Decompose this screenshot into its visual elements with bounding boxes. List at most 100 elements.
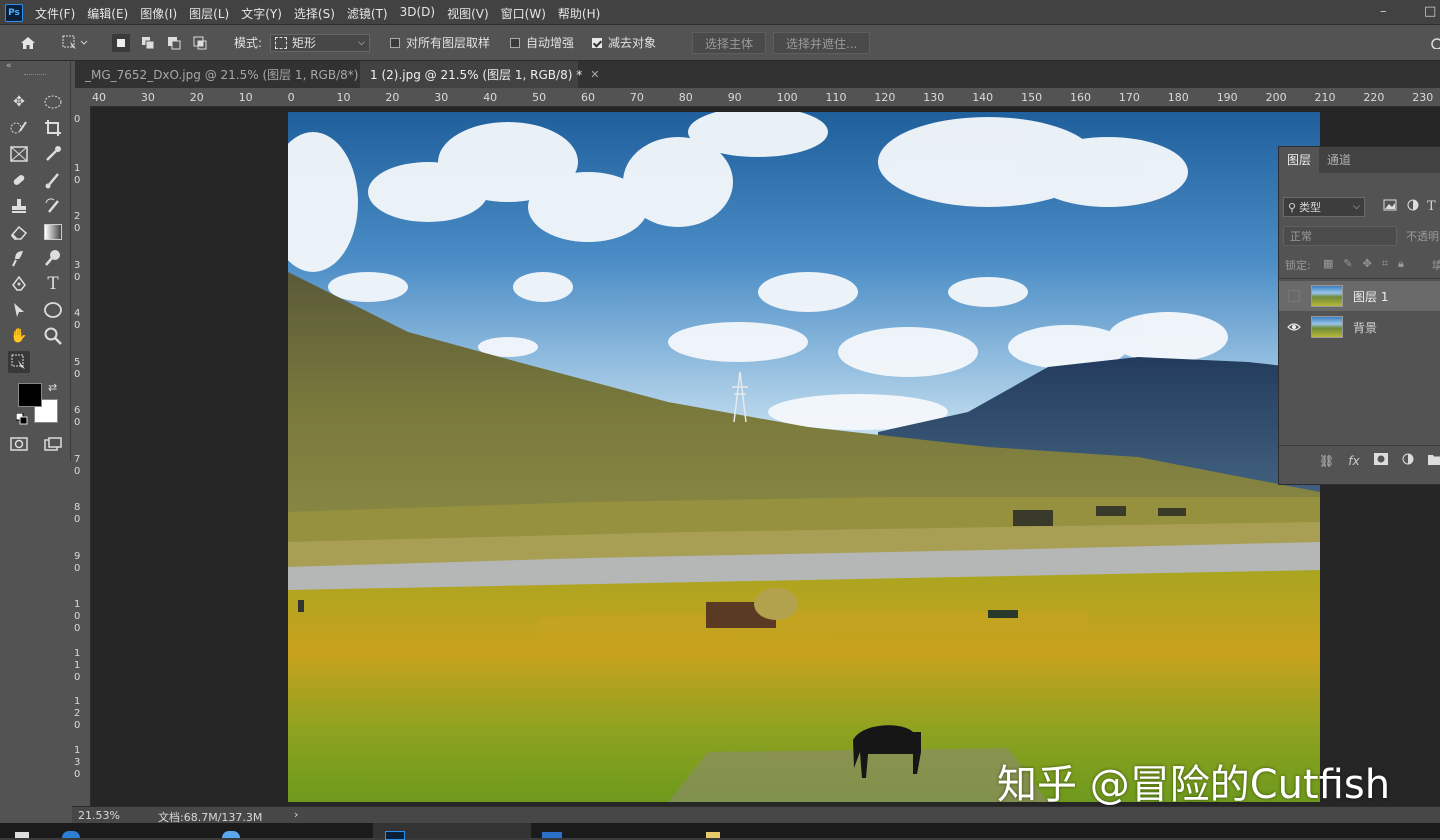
folder-icon[interactable] [706,832,720,838]
lock-all-icon[interactable]: 🔒︎ [1398,257,1404,271]
type-filter-icon[interactable]: T [1427,199,1436,214]
select-subject-button[interactable]: 选择主体 [692,25,767,60]
menu-item[interactable]: 文件(F) [35,5,75,22]
canvas-area[interactable] [91,107,1440,806]
subtract-object-checkbox[interactable]: 减去对象 [592,25,656,60]
close-icon[interactable]: ✕ [590,68,599,81]
layer-filter-select[interactable]: ⚲ 类型 ⌵ [1283,197,1365,217]
vertical-ruler[interactable]: 0 1 0 2 0 3 0 4 0 5 0 6 0 7 0 8 0 9 0 1 0 0 1 1 0 1 … [72,106,91,806]
menu-item[interactable]: 图层(L) [189,5,229,22]
maximize-button[interactable]: □ [1424,4,1436,19]
adjustment-filter-icon[interactable] [1407,199,1419,214]
layer-row-layer1[interactable]: 图层 1 [1279,281,1440,311]
quick-mask-icon[interactable] [8,433,30,455]
eye-icon[interactable] [1283,316,1305,338]
quick-selection-tool-icon[interactable] [8,117,30,139]
mode-select[interactable]: 矩形 ⌵ [270,25,370,60]
collapse-panel-icon[interactable]: « [6,61,12,71]
horizontal-ruler[interactable]: 40 30 20 10 0 10 20 30 40 50 60 70 80 90 100 110 120 130 1… [75,88,1440,107]
document-image[interactable] [288,112,1320,802]
new-selection-icon[interactable] [112,25,130,60]
ruler-tick-label: 3 0 [74,259,81,283]
chevron-down-icon: ⌵ [358,37,365,48]
fx-icon[interactable]: fx [1348,454,1359,468]
panel-grip[interactable] [24,74,46,77]
zoom-tool-icon[interactable] [42,325,64,347]
new-group-icon[interactable] [1427,453,1440,468]
gradient-tool-icon[interactable] [42,221,64,243]
pen-tool-icon[interactable] [8,273,30,295]
image-filter-icon[interactable] [1383,199,1397,214]
add-mask-icon[interactable] [1373,453,1388,468]
lock-artboard-icon[interactable]: ⌗ [1382,257,1388,271]
crop-tool-icon[interactable] [42,117,64,139]
blend-mode-select[interactable]: 正常 [1283,226,1397,246]
menu-item[interactable]: 选择(S) [294,5,335,22]
blur-tool-icon[interactable] [8,247,30,269]
elliptical-marquee-tool-icon[interactable] [42,91,64,113]
subtract-selection-icon[interactable] [166,25,182,60]
windows-start-icon[interactable] [15,832,29,838]
menu-item[interactable]: 滤镜(T) [347,5,388,22]
ruler-tick-label: 8 0 [74,502,81,525]
visibility-toggle[interactable] [1283,285,1305,307]
menu-item[interactable]: 窗口(W) [501,5,546,22]
layer-row-background[interactable]: 背景 [1279,312,1440,342]
tools-panel: « ✥ T ✋ ⇄ [0,61,71,461]
move-tool-icon[interactable]: ✥ [8,91,30,113]
clone-stamp-tool-icon[interactable] [8,195,30,217]
menu-item[interactable]: 文字(Y) [241,5,282,22]
intersect-selection-icon[interactable] [192,25,208,60]
object-selection-tool-icon[interactable] [8,351,30,373]
link-layers-icon[interactable]: ⛓︎ [1319,454,1334,468]
ruler-tick-label: 0 [287,91,295,104]
menu-item[interactable]: 3D(D) [400,5,435,22]
ellipse-tool-icon[interactable] [42,299,64,321]
browser-icon[interactable] [62,831,80,838]
eyedropper-tool-icon[interactable] [42,143,64,165]
sample-all-layers-checkbox[interactable]: 对所有图层取样 [390,25,490,60]
photoshop-taskbar-icon[interactable] [385,831,405,840]
rectangle-icon [275,36,287,49]
status-menu-arrow[interactable]: › [294,808,298,821]
layer-name[interactable]: 图层 1 [1353,288,1388,305]
document-tab-1[interactable]: _MG_7652_DxO.jpg @ 21.5% (图层 1, RGB/8*) … [75,61,385,88]
tab-channels[interactable]: 通道 [1319,147,1359,173]
auto-enhance-checkbox[interactable]: 自动增强 [510,25,574,60]
add-selection-icon[interactable] [140,25,156,60]
eraser-tool-icon[interactable] [8,221,30,243]
history-brush-tool-icon[interactable] [42,195,64,217]
type-tool-icon[interactable]: T [42,273,64,295]
healing-brush-tool-icon[interactable] [8,169,30,191]
tab-layers[interactable]: 图层 [1279,147,1320,173]
home-icon[interactable] [20,25,36,60]
adjustment-layer-icon[interactable] [1402,453,1414,468]
foreground-color-swatch[interactable] [18,383,42,407]
default-colors-icon[interactable] [15,412,28,428]
frame-tool-icon[interactable] [8,143,30,165]
document-tab-2[interactable]: 1 (2).jpg @ 21.5% (图层 1, RGB/8) * ✕ [360,61,599,88]
search-icon[interactable] [1430,25,1440,60]
menu-item[interactable]: 编辑(E) [87,5,128,22]
lock-transparent-icon[interactable]: ▦ [1323,257,1333,271]
menu-item[interactable]: 图像(I) [140,5,177,22]
menu-item[interactable]: 视图(V) [447,5,489,22]
path-selection-tool-icon[interactable] [8,299,30,321]
browser-icon-2[interactable] [222,831,240,838]
swap-colors-icon[interactable]: ⇄ [48,381,57,394]
lock-position-icon[interactable]: ✥ [1363,257,1372,271]
layer-name[interactable]: 背景 [1353,319,1377,336]
select-and-mask-button[interactable]: 选择并遮住... [773,25,871,60]
minimize-button[interactable]: – [1380,4,1387,19]
zoom-level[interactable]: 21.53% [78,809,120,822]
object-selection-tool-preset-icon[interactable] [62,25,88,60]
lock-image-icon[interactable]: ✎ [1343,257,1352,271]
lock-label: 锁定: [1285,259,1311,272]
ruler-tick-label: 200 [1265,91,1287,104]
hand-tool-icon[interactable]: ✋ [8,325,30,347]
dodge-tool-icon[interactable] [42,247,64,269]
brush-tool-icon[interactable] [42,169,64,191]
menu-item[interactable]: 帮助(H) [558,5,600,22]
app-icon[interactable] [542,832,562,838]
screen-mode-icon[interactable] [42,433,64,455]
